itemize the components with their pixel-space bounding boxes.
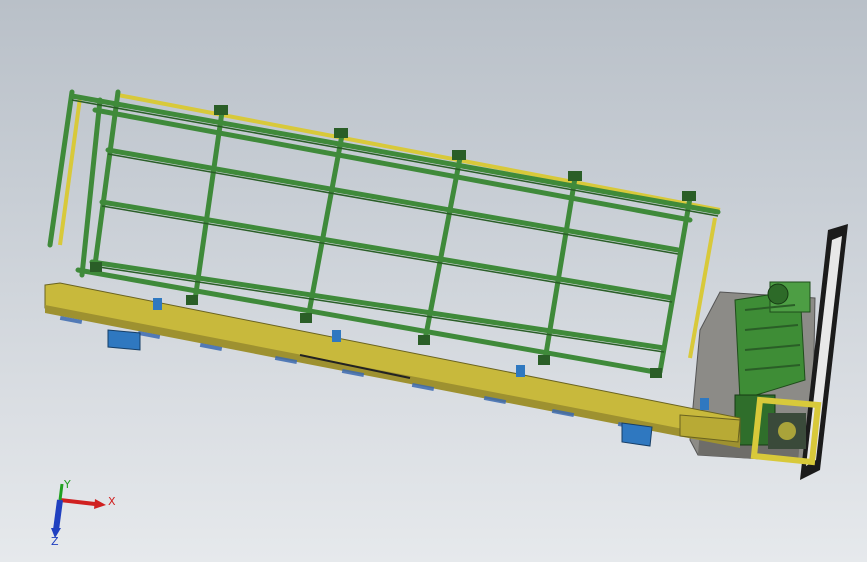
x-axis-arrow bbox=[59, 498, 96, 506]
y-axis-label: Y bbox=[63, 478, 71, 491]
y-axis-arrow bbox=[58, 483, 64, 501]
z-axis-arrow bbox=[53, 499, 63, 531]
z-axis-label: Z bbox=[51, 535, 59, 548]
coordinate-triad: X Y Z bbox=[51, 478, 116, 548]
cad-model[interactable] bbox=[0, 0, 867, 562]
x-axis-label: X bbox=[108, 495, 116, 508]
x-axis-head bbox=[94, 499, 106, 509]
graphics-viewport[interactable]: X Y Z bbox=[0, 0, 867, 562]
